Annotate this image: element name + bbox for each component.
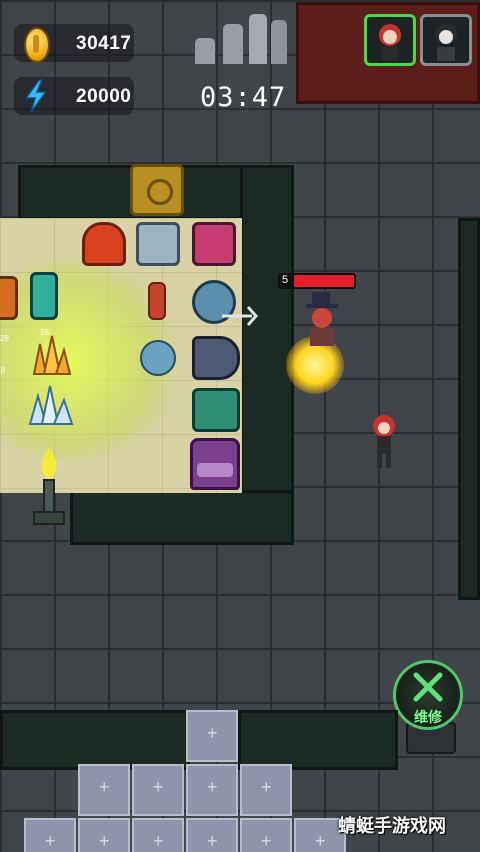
item-count-label: 28	[0, 366, 5, 375]
floor-tile[interactable]	[78, 764, 130, 816]
floor-tile[interactable]	[186, 710, 238, 762]
enemy-health-fill	[294, 275, 354, 287]
cannon-machine-icon[interactable]	[136, 222, 180, 266]
countdown-timer: 03:47	[200, 82, 287, 113]
barrel-icon[interactable]	[0, 276, 18, 320]
enemy-level: 5	[282, 274, 289, 286]
floor-tile[interactable]	[78, 818, 130, 852]
bed-icon[interactable]	[190, 438, 240, 490]
battery-icon[interactable]	[30, 272, 58, 320]
tombstones	[195, 14, 290, 68]
energy-value: 20000	[76, 86, 132, 107]
dark-hair-man-icon	[435, 23, 457, 61]
floor-tile[interactable]	[132, 764, 184, 816]
coins-value: 30417	[76, 33, 132, 54]
character-portrait-1[interactable]	[364, 14, 416, 66]
floor-tile[interactable]	[186, 818, 238, 852]
corridor-wall-right	[458, 218, 480, 600]
player-character	[373, 415, 395, 468]
bottom-wall-left	[0, 710, 190, 770]
floor-tile[interactable]	[240, 818, 292, 852]
trophy-icon[interactable]	[148, 282, 166, 320]
floor-tile[interactable]	[240, 764, 292, 816]
game-screen: 30417 20000 03:47 28 28 8 5 维修 + + + + +…	[0, 0, 480, 852]
coins-panel: 30417	[14, 24, 134, 63]
crystal-icon[interactable]	[24, 334, 72, 378]
repair-label: 维修	[414, 709, 442, 725]
wrench-icon	[413, 672, 443, 702]
cannon-icon[interactable]	[192, 336, 240, 380]
energy-panel: 20000	[14, 77, 134, 115]
floor-tile[interactable]	[132, 818, 184, 852]
coin-icon	[24, 27, 50, 63]
floor-tile[interactable]	[186, 764, 238, 816]
character-portrait-2[interactable]	[420, 14, 472, 66]
room-wall-right	[240, 165, 294, 545]
red-turret-icon[interactable]	[82, 222, 126, 266]
pink-generator-icon[interactable]	[192, 222, 236, 266]
vault-door-icon[interactable]	[130, 164, 184, 216]
trident-icon	[222, 306, 259, 326]
bottom-wall-right	[238, 710, 398, 770]
watermark: 蜻蜓手游戏网	[338, 816, 446, 836]
lightning-icon	[24, 79, 48, 113]
room-wall-bottom	[70, 490, 294, 545]
enemy-character	[306, 292, 338, 346]
small-turret-icon[interactable]	[140, 340, 176, 376]
torch-icon[interactable]	[28, 446, 70, 530]
enemy-health-bar: 5	[278, 273, 356, 289]
item-count-label: 28	[0, 334, 9, 343]
floor-tile[interactable]	[24, 818, 76, 852]
repair-button[interactable]: 维修	[393, 660, 463, 730]
red-hair-girl-icon	[379, 24, 401, 61]
ice-crystal-icon[interactable]	[24, 382, 74, 428]
fortress-cannon-icon[interactable]	[192, 388, 240, 432]
